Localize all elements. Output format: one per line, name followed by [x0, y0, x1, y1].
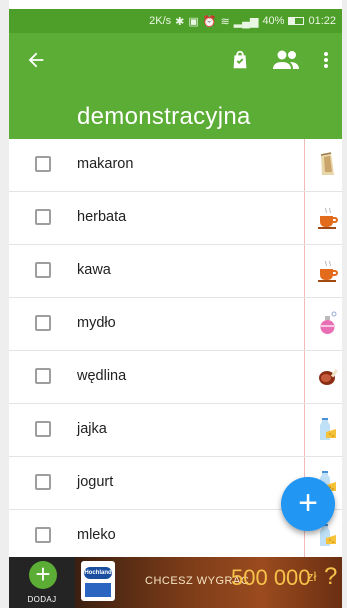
add-button[interactable]: + DODAJ: [9, 557, 75, 608]
row-divider: [304, 404, 305, 456]
clock: 01:22: [308, 15, 336, 27]
item-checkbox[interactable]: [35, 527, 51, 543]
ad-banner[interactable]: Hochland CHCESZ WYGRAĆ 500 000 zł ?: [75, 557, 342, 608]
plus-icon: +: [29, 561, 57, 589]
list-item[interactable]: kawa: [9, 245, 342, 298]
alarm-icon: ⏰: [202, 15, 217, 28]
item-name: herbata: [77, 209, 127, 225]
net-speed: 2K/s: [149, 15, 172, 27]
tea-cup-icon: [317, 204, 338, 230]
row-divider: [304, 351, 305, 403]
item-name: jajka: [77, 421, 107, 437]
item-checkbox[interactable]: [35, 421, 51, 437]
ad-amount: 500 000: [231, 565, 311, 590]
item-name: kawa: [77, 262, 111, 278]
pasta-bag-icon: [317, 151, 337, 177]
toolbar: demonstracyjna: [9, 33, 342, 139]
arrow-left-icon[interactable]: [25, 49, 49, 73]
item-checkbox[interactable]: [35, 156, 51, 172]
app-window: 2K/s ✱ ▣ ⏰ ≋ ▂▄▆ 40% 01:22 demonstracyjn…: [9, 9, 342, 608]
list-item[interactable]: wędlina: [9, 351, 342, 404]
item-checkbox[interactable]: [35, 315, 51, 331]
list-item[interactable]: jajka: [9, 404, 342, 457]
signal-icon: ▂▄▆: [233, 15, 259, 28]
people-icon[interactable]: [271, 49, 301, 71]
item-name: mydło: [77, 315, 116, 331]
item-checkbox[interactable]: [35, 368, 51, 384]
hochland-logo: Hochland: [81, 561, 115, 601]
more-vert-icon[interactable]: [321, 49, 331, 71]
cheese-box-image: [85, 583, 111, 597]
phone-screen: 2K/s ✱ ▣ ⏰ ≋ ▂▄▆ 40% 01:22 demonstracyjn…: [0, 0, 347, 608]
row-divider: [304, 139, 305, 191]
coffee-cup-icon: [317, 257, 338, 283]
hochland-brand: Hochland: [84, 567, 112, 579]
item-name: jogurt: [77, 474, 114, 490]
ad-currency: zł: [307, 569, 317, 584]
status-bar: 2K/s ✱ ▣ ⏰ ≋ ▂▄▆ 40% 01:22: [9, 9, 342, 33]
ad-question: ?: [324, 563, 338, 590]
ham-icon: [317, 363, 338, 389]
nfc-icon: ▣: [188, 15, 199, 28]
bottom-bar: + DODAJ Hochland CHCESZ WYGRAĆ 500 000 z…: [9, 557, 342, 608]
wifi-icon: ≋: [220, 15, 230, 28]
row-divider: [304, 298, 305, 350]
battery-level: [289, 18, 296, 24]
row-divider: [304, 192, 305, 244]
frame-left: [0, 0, 9, 608]
battery-percent: 40%: [262, 15, 285, 27]
milk-cheese-icon: [317, 416, 337, 442]
item-checkbox[interactable]: [35, 262, 51, 278]
item-name: makaron: [77, 156, 134, 172]
add-label: DODAJ: [27, 595, 57, 604]
item-name: wędlina: [77, 368, 127, 384]
item-checkbox[interactable]: [35, 474, 51, 490]
item-name: mleko: [77, 527, 116, 543]
frame-right: [342, 0, 347, 608]
add-item-fab[interactable]: +: [281, 477, 335, 531]
item-checkbox[interactable]: [35, 209, 51, 225]
list-title: demonstracyjna: [77, 103, 251, 130]
battery-icon: [288, 17, 305, 25]
shopping-bag-icon[interactable]: [229, 49, 251, 71]
list-item[interactable]: makaron: [9, 139, 342, 192]
row-divider: [304, 245, 305, 297]
list-item[interactable]: herbata: [9, 192, 342, 245]
list-item[interactable]: mydło: [9, 298, 342, 351]
bluetooth-icon: ✱: [175, 15, 185, 28]
soap-bottle-icon: [317, 310, 337, 336]
